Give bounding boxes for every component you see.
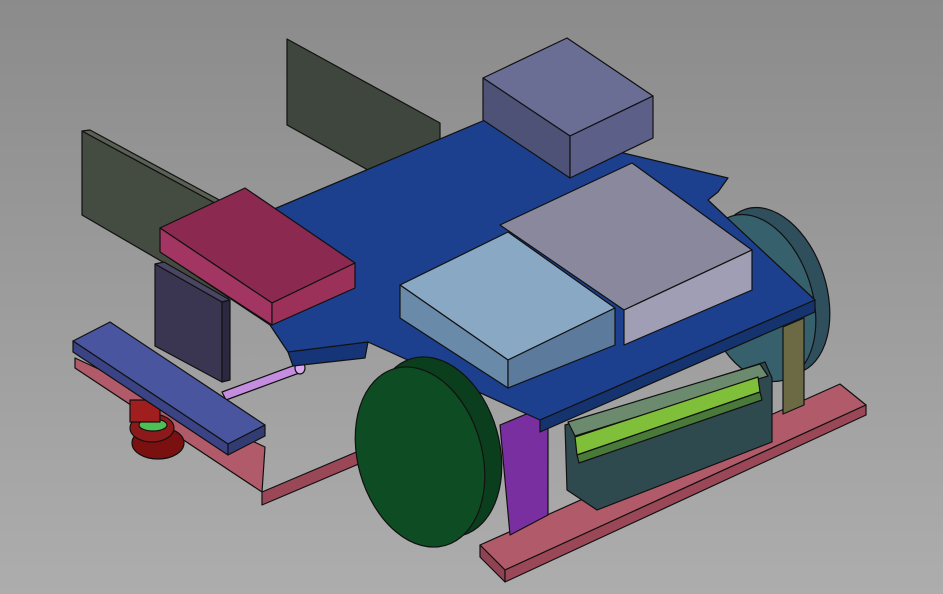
olive-post[interactable] <box>782 317 805 415</box>
3d-viewport[interactable] <box>0 0 943 594</box>
robot-cad-model[interactable] <box>0 0 943 594</box>
